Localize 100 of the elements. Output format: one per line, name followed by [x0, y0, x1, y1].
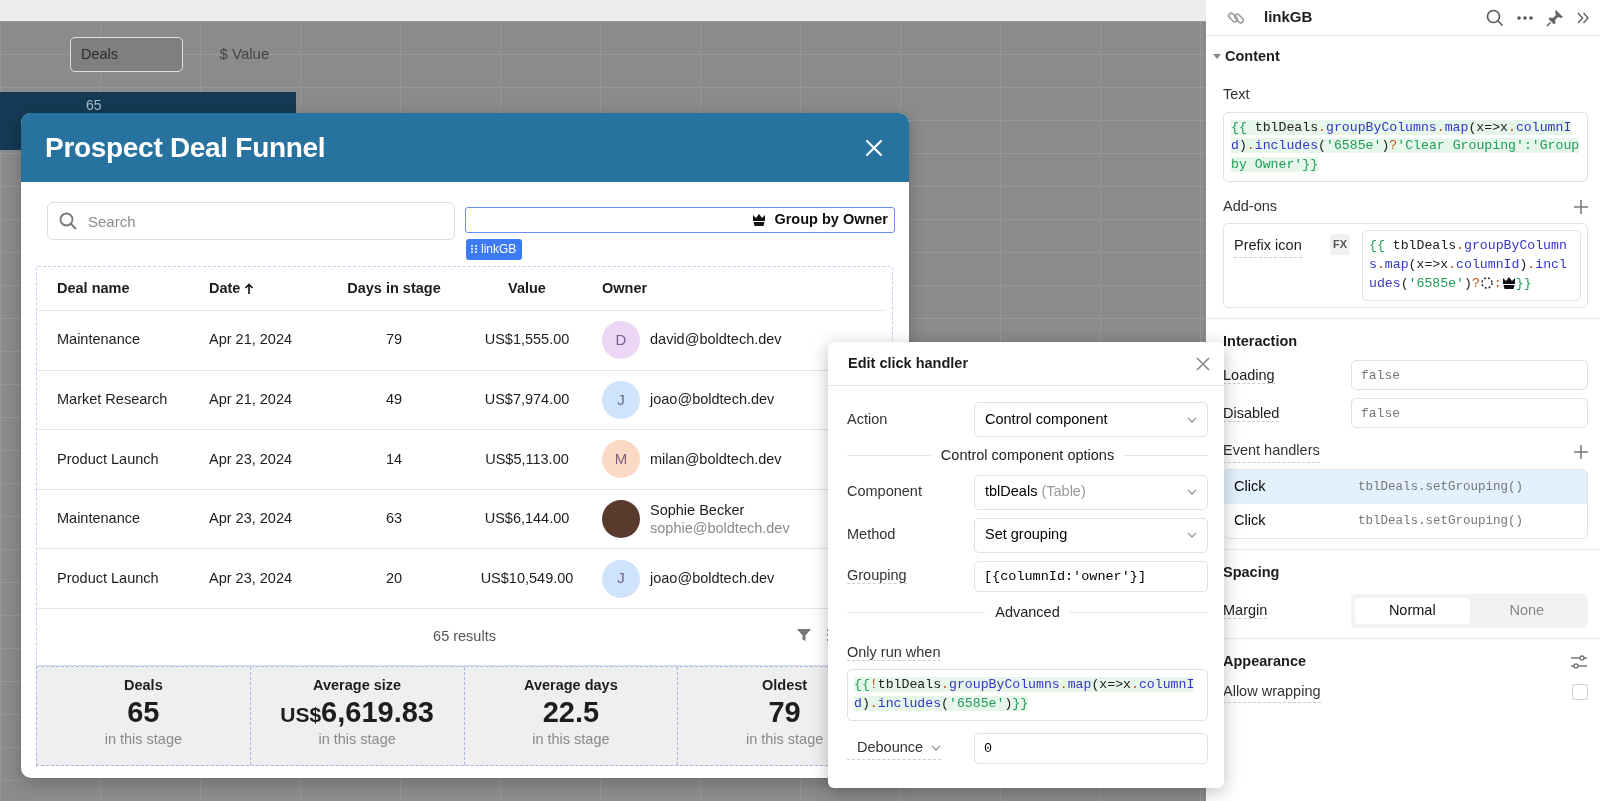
event-handler-item[interactable]: Click tblDeals.setGrouping()	[1224, 470, 1587, 505]
owner-email: david@boldtech.dev	[650, 330, 782, 350]
avatar: M	[602, 440, 640, 479]
segment-option[interactable]: Normal	[1355, 597, 1470, 624]
table-cell: Product Launch	[57, 450, 159, 467]
search-button[interactable]	[1486, 8, 1504, 27]
bar-label: 65	[86, 97, 102, 113]
text-input[interactable]: false	[1351, 398, 1588, 429]
table-cell: US$7,974.00	[484, 391, 570, 407]
results-count: 65 results	[433, 627, 496, 647]
plus-icon	[1574, 199, 1588, 214]
grip-icon	[470, 244, 478, 254]
text-input[interactable]: false	[1351, 360, 1588, 391]
collapse-button[interactable]	[1576, 11, 1590, 24]
table-cell: Maintenance	[57, 331, 141, 348]
debounce-dropdown[interactable]: Debounce	[847, 736, 942, 760]
avatar: J	[602, 380, 640, 419]
stat-caption: in this stage	[745, 729, 824, 749]
owner-email: joao@boldtech.dev	[650, 568, 775, 588]
table-cell: Apr 21, 2024	[209, 331, 293, 348]
field-label: Component	[847, 483, 922, 500]
search-icon	[1486, 8, 1504, 27]
code-editor[interactable]: {{ tblDeals.groupByColumns.map(x=>x.columnId).includes('6585e')?'Clear Grouping':'Group by Owner'}}	[1223, 111, 1588, 182]
code-editor[interactable]: {{!tblDeals.groupByColumns.map(x=>x.columnId).includes('6585e')}}	[847, 669, 1208, 721]
section-title: Appearance	[1223, 651, 1306, 671]
section-divider-label: Advanced	[847, 601, 1208, 624]
field-label: Prefix icon	[1234, 235, 1302, 259]
table-cell: US$5,113.00	[485, 450, 569, 467]
column-header[interactable]: Owner	[602, 277, 648, 300]
table-cell: 79	[385, 331, 403, 348]
component-select[interactable]: tblDeals (Table)	[974, 474, 1208, 510]
avatar: D	[602, 321, 640, 360]
crown-icon	[1501, 276, 1516, 291]
field-label: Event handlers	[1223, 440, 1320, 464]
action-select[interactable]: Control component	[974, 402, 1208, 437]
stat-value: 79	[768, 696, 801, 729]
sliders-icon[interactable]	[1570, 653, 1588, 670]
chevrons-right-icon	[1576, 11, 1590, 24]
group-by-owner-link[interactable]: Group by Owner	[752, 209, 888, 231]
table-cell: 63	[385, 510, 403, 527]
field-label: Action	[847, 410, 888, 427]
table-cell: 20	[385, 569, 403, 586]
owner-email: joao@boldtech.dev	[650, 390, 775, 409]
column-header[interactable]: Date	[209, 277, 255, 300]
table-cell: US$6,144.00	[484, 510, 570, 527]
debounce-input[interactable]: 0	[974, 732, 1208, 764]
table-cell: Market Research	[57, 391, 168, 407]
plus-icon	[1574, 444, 1588, 459]
section-divider-label: Control component options	[847, 445, 1208, 467]
more-button[interactable]	[1516, 14, 1534, 21]
section-title: Content	[1225, 47, 1280, 66]
checkbox[interactable]	[1572, 684, 1588, 701]
popup-title: Edit click handler	[848, 353, 969, 373]
stat-caption: in this stage	[104, 729, 183, 749]
table-cell: Maintenance	[57, 510, 141, 527]
dashed-circle-icon	[1479, 276, 1494, 291]
table-cell: Apr 23, 2024	[209, 510, 293, 527]
table-cell: Apr 21, 2024	[209, 391, 293, 407]
field-label: Method	[847, 526, 896, 543]
table-cell: US$10,549.00	[480, 569, 574, 586]
fx-toggle[interactable]: FX	[1330, 234, 1351, 255]
stat-label: Deals	[124, 675, 163, 695]
grouping-input[interactable]: [{columnId:'owner'}]	[974, 560, 1208, 592]
add-button[interactable]	[1574, 199, 1588, 214]
stat-label: Average days	[524, 675, 618, 695]
caret-icon[interactable]	[1213, 53, 1221, 60]
filter-icon[interactable]	[796, 626, 812, 643]
close-icon	[1196, 356, 1210, 371]
chevron-down-icon	[1187, 532, 1197, 539]
avatar: J	[602, 559, 640, 598]
pin-button[interactable]	[1546, 8, 1564, 27]
stat-value: 65	[127, 696, 160, 729]
stat-caption: in this stage	[318, 729, 396, 749]
add-button[interactable]	[1574, 444, 1588, 459]
column-header[interactable]: Deal name	[57, 277, 130, 300]
field-label: Only run when	[847, 643, 941, 661]
ellipsis-icon	[1516, 14, 1534, 21]
section-title: Spacing	[1223, 563, 1280, 583]
crown-icon	[752, 213, 767, 227]
section-title: Interaction	[1223, 331, 1298, 351]
column-header[interactable]: Value	[508, 277, 546, 300]
chevron-down-icon	[1187, 416, 1197, 423]
field-label: Text	[1223, 84, 1250, 104]
field-label: Margin	[1223, 602, 1268, 620]
segment-tab[interactable]: Deals	[70, 37, 183, 72]
chevron-down-icon	[1187, 489, 1197, 496]
table-cell: Apr 23, 2024	[209, 450, 293, 467]
code-editor[interactable]: {{ tblDeals.groupByColumns.map(x=>x.columnId).includes('6585e')? : }}	[1362, 230, 1581, 301]
search-field[interactable]: Search	[47, 202, 455, 240]
owner-email: milan@boldtech.dev	[650, 449, 782, 469]
stat-value: 22.5	[542, 696, 600, 729]
table-cell: Apr 23, 2024	[209, 569, 293, 586]
field-label: Loading	[1223, 366, 1275, 384]
owner-name: Sophie Becker	[650, 500, 746, 520]
owner-email: sophie@boldtech.dev	[650, 519, 790, 538]
close-icon	[865, 138, 883, 157]
chevron-down-icon	[931, 744, 942, 751]
table-cell: 14	[385, 450, 403, 467]
method-select[interactable]: Set grouping	[974, 517, 1208, 553]
column-header[interactable]: Days in stage	[347, 277, 441, 300]
